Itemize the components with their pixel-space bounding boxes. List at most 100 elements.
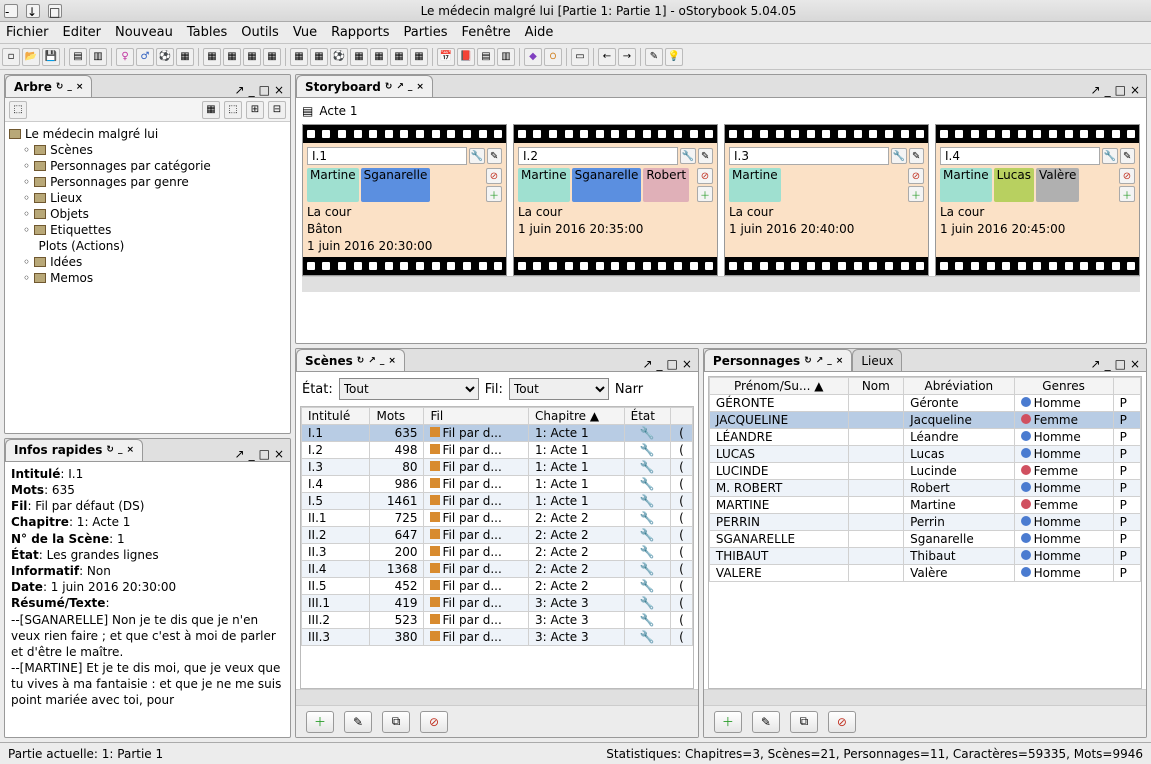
- tb-view1-icon[interactable]: ▤: [69, 48, 87, 66]
- table-row[interactable]: III.2523 Fil par d...3: Acte 3 🔧(: [302, 612, 693, 629]
- wrench-icon[interactable]: 🔧: [469, 148, 485, 164]
- tb-save-icon[interactable]: 💾: [42, 48, 60, 66]
- pmax-icon[interactable]: □: [259, 83, 270, 97]
- table-row[interactable]: THIBAUTThibaut HommeP: [709, 548, 1140, 565]
- add-icon[interactable]: ＋: [908, 186, 924, 202]
- table-row[interactable]: PERRINPerrin HommeP: [709, 514, 1140, 531]
- tb-person-icon[interactable]: ♀: [116, 48, 134, 66]
- copy-button[interactable]: ⧉: [790, 711, 818, 733]
- window-min-icon[interactable]: ↓: [26, 4, 40, 18]
- tb-page-icon[interactable]: ▤: [477, 48, 495, 66]
- storyboard-card[interactable]: 🔧 ✎ MartineSganarelleRobert ⊘ ＋ La cour …: [513, 124, 718, 276]
- tb-b7-icon[interactable]: ▦: [410, 48, 428, 66]
- table-row[interactable]: II.2647 Fil par d...2: Acte 2 🔧(: [302, 527, 693, 544]
- tree-node[interactable]: ◦ Idées: [9, 254, 286, 270]
- table-row[interactable]: II.41368 Fil par d...2: Acte 2 🔧(: [302, 561, 693, 578]
- delete-button[interactable]: ⊘: [420, 711, 448, 733]
- refresh-icon[interactable]: ↻: [106, 445, 114, 455]
- table-row[interactable]: I.51461 Fil par d...1: Acte 1 🔧(: [302, 493, 693, 510]
- table-row[interactable]: LÉANDRELéandre HommeP: [709, 429, 1140, 446]
- col-header[interactable]: [1113, 378, 1140, 395]
- refresh-icon[interactable]: ↻: [385, 82, 393, 92]
- storyboard-tab[interactable]: Storyboard ↻ ↗ _ ×: [296, 75, 433, 97]
- add-icon[interactable]: ＋: [697, 186, 713, 202]
- close-icon[interactable]: ×: [126, 445, 134, 455]
- menu-editer[interactable]: Editer: [63, 25, 102, 40]
- tree-node[interactable]: ◦ Scènes: [9, 142, 286, 158]
- tree-expand-icon[interactable]: ⊞: [246, 101, 264, 119]
- menu-parties[interactable]: Parties: [403, 25, 447, 40]
- tree-root[interactable]: Le médecin malgré lui: [9, 126, 286, 142]
- menu-nouveau[interactable]: Nouveau: [115, 25, 173, 40]
- menu-vue[interactable]: Vue: [293, 25, 317, 40]
- tb-g2-icon[interactable]: ▦: [223, 48, 241, 66]
- tb-bulb-icon[interactable]: 💡: [665, 48, 683, 66]
- copy-button[interactable]: ⧉: [382, 711, 410, 733]
- tb-new-icon[interactable]: ▫: [2, 48, 20, 66]
- tree-node[interactable]: ◦ Personnages par genre: [9, 174, 286, 190]
- table-row[interactable]: LUCASLucas HommeP: [709, 446, 1140, 463]
- pers-table[interactable]: Prénom/Su... ▲NomAbréviationGenres GÉRON…: [709, 377, 1141, 582]
- table-row[interactable]: VALEREValère HommeP: [709, 565, 1140, 582]
- card-id-input[interactable]: [518, 147, 678, 165]
- tree-tool-icon[interactable]: ⬚: [9, 101, 27, 119]
- edit-icon[interactable]: ✎: [487, 148, 503, 164]
- pers-tab[interactable]: Personnages ↻↗ _×: [704, 349, 852, 371]
- tb-view2-icon[interactable]: ▥: [89, 48, 107, 66]
- col-header[interactable]: Prénom/Su... ▲: [709, 378, 848, 395]
- menu-fichier[interactable]: Fichier: [6, 25, 49, 40]
- min-icon[interactable]: _: [118, 445, 123, 455]
- tb-spiral-icon[interactable]: ౦: [544, 48, 562, 66]
- table-row[interactable]: III.3380 Fil par d...3: Acte 3 🔧(: [302, 629, 693, 646]
- scenes-hscroll[interactable]: [296, 689, 698, 705]
- tb-g1-icon[interactable]: ▦: [203, 48, 221, 66]
- tb-open-icon[interactable]: 📂: [22, 48, 40, 66]
- table-row[interactable]: GÉRONTEGéronte HommeP: [709, 395, 1140, 412]
- tree-panel-tab[interactable]: Arbre ↻ _ ×: [5, 75, 92, 97]
- table-row[interactable]: II.3200 Fil par d...2: Acte 2 🔧(: [302, 544, 693, 561]
- table-row[interactable]: MARTINEMartine FemmeP: [709, 497, 1140, 514]
- forbid-icon[interactable]: ⊘: [486, 168, 502, 184]
- tree-v2-icon[interactable]: ⬚: [224, 101, 242, 119]
- edit-button[interactable]: ✎: [752, 711, 780, 733]
- menu-rapports[interactable]: Rapports: [331, 25, 389, 40]
- wrench-icon[interactable]: 🔧: [680, 148, 696, 164]
- menu-outils[interactable]: Outils: [241, 25, 279, 40]
- col-header[interactable]: Nom: [848, 378, 904, 395]
- wrench-icon[interactable]: 🔧: [891, 148, 907, 164]
- refresh-icon[interactable]: ↻: [56, 82, 64, 92]
- menu-fenetre[interactable]: Fenêtre: [462, 25, 511, 40]
- menu-aide[interactable]: Aide: [525, 25, 554, 40]
- storyboard-card[interactable]: 🔧 ✎ MartineSganarelle ⊘ ＋ La cour Bâton …: [302, 124, 507, 276]
- storyboard-card[interactable]: 🔧 ✎ MartineLucasValère ⊘ ＋ La cour 1 jui…: [935, 124, 1140, 276]
- col-header[interactable]: Mots: [370, 408, 424, 425]
- edit-icon[interactable]: ✎: [909, 148, 925, 164]
- fil-select[interactable]: Tout: [509, 378, 609, 400]
- table-row[interactable]: II.1725 Fil par d...2: Acte 2 🔧(: [302, 510, 693, 527]
- wrench-icon[interactable]: 🔧: [1102, 148, 1118, 164]
- tb-grid-icon[interactable]: ▦: [176, 48, 194, 66]
- card-id-input[interactable]: [940, 147, 1100, 165]
- tb-back-icon[interactable]: ←: [598, 48, 616, 66]
- forbid-icon[interactable]: ⊘: [908, 168, 924, 184]
- scenes-tab[interactable]: Scènes ↻↗ _×: [296, 349, 405, 371]
- table-row[interactable]: I.4986 Fil par d...1: Acte 1 🔧(: [302, 476, 693, 493]
- tb-card-icon[interactable]: ▭: [571, 48, 589, 66]
- table-row[interactable]: SGANARELLESganarelle HommeP: [709, 531, 1140, 548]
- col-header[interactable]: [670, 408, 692, 425]
- edit-icon[interactable]: ✎: [698, 148, 714, 164]
- add-button[interactable]: ＋: [306, 711, 334, 733]
- storyboard-card[interactable]: 🔧 ✎ Martine ⊘ ＋ La cour 1 juin 2016 20:4…: [724, 124, 929, 276]
- add-icon[interactable]: ＋: [1119, 186, 1135, 202]
- add-button[interactable]: ＋: [714, 711, 742, 733]
- tb-book-icon[interactable]: 📕: [457, 48, 475, 66]
- forbid-icon[interactable]: ⊘: [1119, 168, 1135, 184]
- tb-gem-icon[interactable]: ◆: [524, 48, 542, 66]
- float-icon[interactable]: ↗: [235, 83, 245, 97]
- tb-wand-icon[interactable]: ✎: [645, 48, 663, 66]
- card-id-input[interactable]: [307, 147, 467, 165]
- edit-button[interactable]: ✎: [344, 711, 372, 733]
- pclose-icon[interactable]: ×: [274, 83, 284, 97]
- min-icon[interactable]: _: [67, 82, 72, 92]
- storyboard-hscroll[interactable]: [302, 276, 1140, 292]
